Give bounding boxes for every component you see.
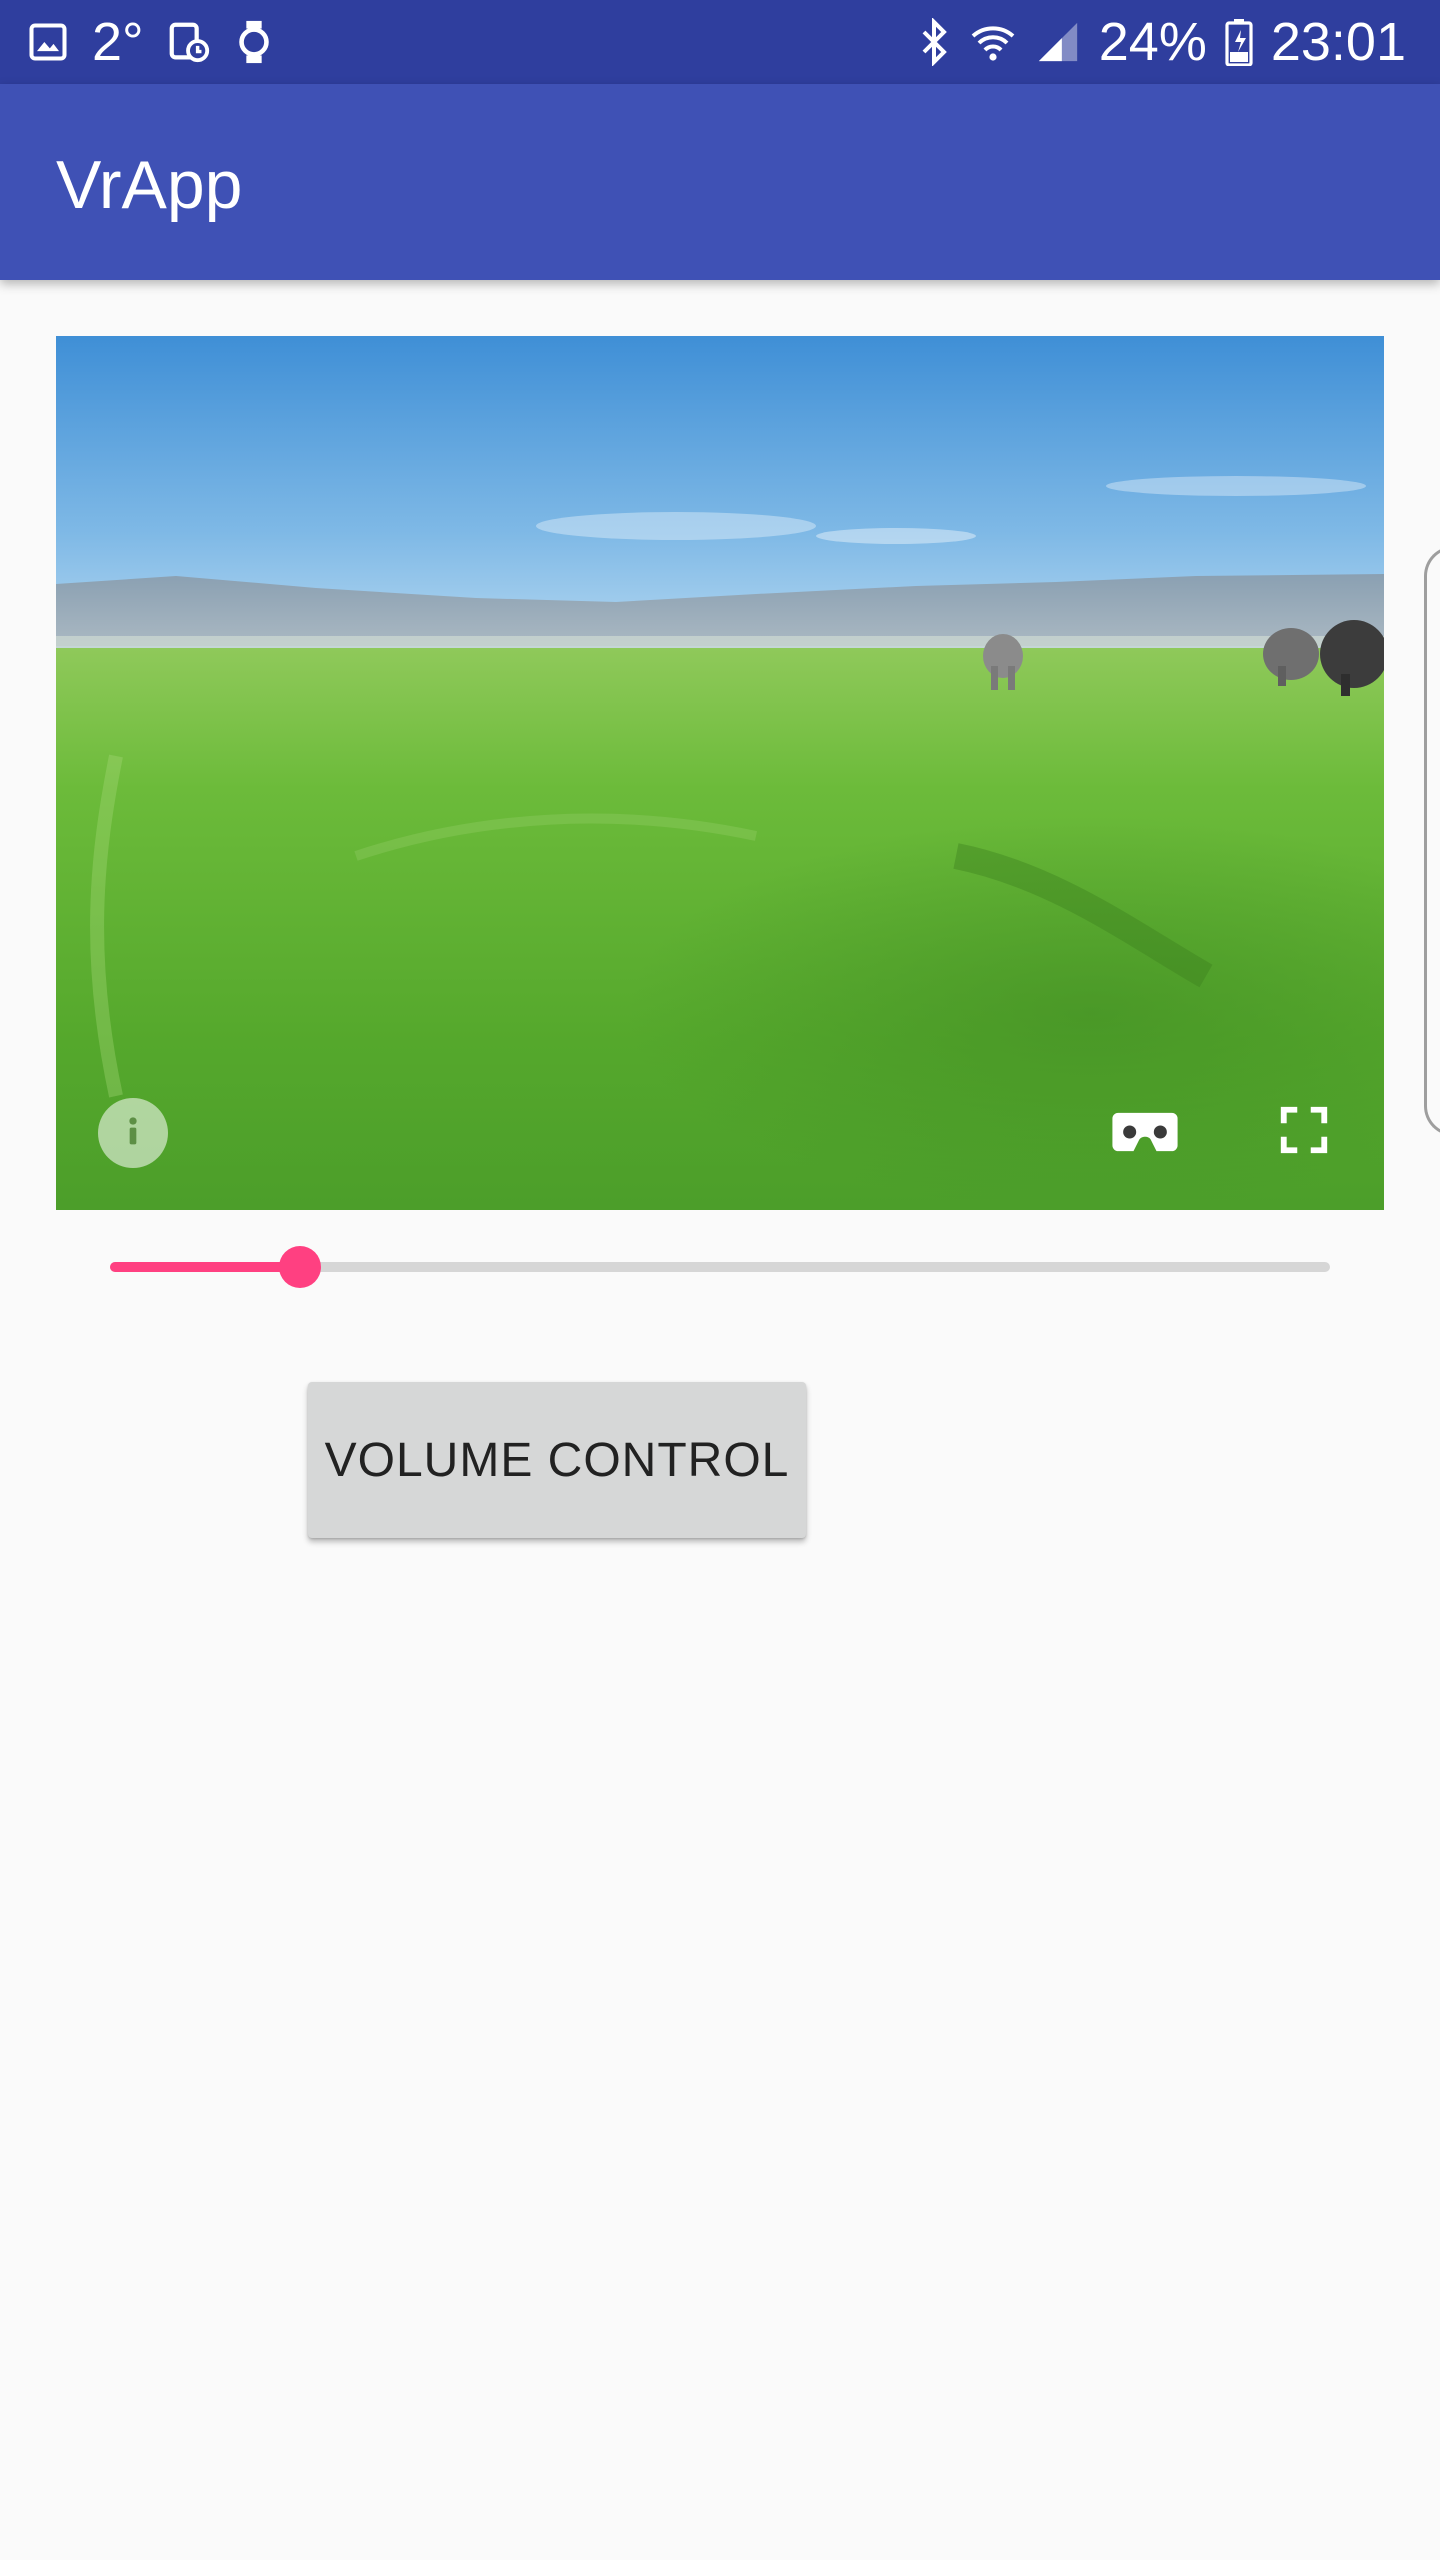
volume-control-button[interactable]: VOLUME CONTROL [308, 1382, 806, 1538]
edge-panel-handle[interactable] [1424, 546, 1440, 1136]
cardboard-icon [1110, 1109, 1180, 1160]
seekbar-progress [110, 1262, 301, 1272]
seekbar-thumb[interactable] [279, 1246, 322, 1288]
vr-video-view[interactable] [56, 336, 1384, 1210]
video-seekbar[interactable] [110, 1236, 1330, 1296]
status-bar-right: 24% 23:01 [917, 0, 1406, 84]
smartwatch-icon [234, 19, 274, 65]
vr-scene-image [56, 336, 1384, 1210]
app-bar: VrApp [0, 84, 1440, 280]
clock-text: 23:01 [1270, 12, 1406, 72]
image-icon [26, 20, 70, 64]
info-icon [113, 1111, 153, 1156]
signal-icon [1035, 19, 1081, 65]
battery-percent-text: 24% [1098, 12, 1207, 72]
calendar-clock-icon [166, 19, 212, 65]
app-title: VrApp [56, 147, 243, 223]
info-button[interactable] [98, 1098, 168, 1168]
battery-icon [1225, 18, 1253, 66]
temperature-text: 2° [92, 12, 144, 72]
bluetooth-icon [917, 18, 951, 66]
wifi-icon [969, 18, 1017, 66]
status-bar-left: 2° [26, 0, 274, 84]
fullscreen-button[interactable] [1274, 1102, 1334, 1162]
status-bar: 2° 24% 23:01 [0, 0, 1440, 84]
cardboard-button[interactable] [1108, 1104, 1182, 1164]
fullscreen-icon [1277, 1103, 1331, 1162]
